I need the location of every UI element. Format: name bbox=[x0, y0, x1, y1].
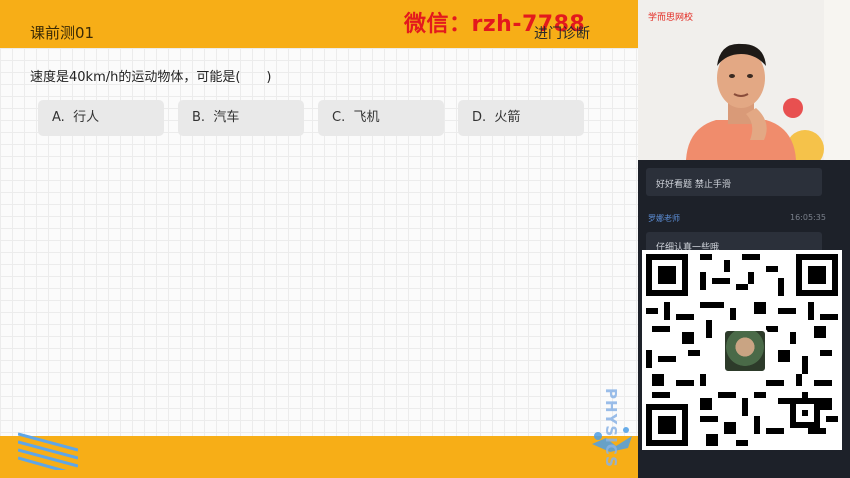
option-text: 火箭 bbox=[494, 110, 521, 125]
option-letter: D. bbox=[472, 110, 487, 125]
option-letter: C. bbox=[332, 110, 346, 125]
option-letter: A. bbox=[52, 110, 65, 125]
teacher-avatar-icon bbox=[686, 43, 796, 160]
option-d-button[interactable]: D. 火箭 bbox=[458, 100, 584, 136]
qr-code bbox=[642, 250, 842, 450]
option-b-button[interactable]: B. 汽车 bbox=[178, 100, 304, 136]
stripes-icon bbox=[18, 432, 78, 470]
slide-title: 课前测01 bbox=[30, 24, 95, 42]
app-window: 课前测01 微信：rzh-7788 进门诊断 速度是40km/h的运动物体，可能… bbox=[0, 0, 850, 478]
option-letter: B. bbox=[192, 110, 206, 125]
teacher-camera: 学而思网校 bbox=[638, 0, 850, 160]
physics-corner-text: PHYSICS bbox=[602, 388, 620, 468]
slide-area: 课前测01 微信：rzh-7788 进门诊断 速度是40km/h的运动物体，可能… bbox=[0, 0, 638, 478]
chat-message: 好好看题 禁止手滑 bbox=[646, 168, 822, 196]
side-panel: 学而思网校 好好看题 禁止手滑 罗娜老师 16:05:35 仔细认真一些哦 bbox=[638, 0, 850, 478]
option-c-button[interactable]: C. 飞机 bbox=[318, 100, 444, 136]
slide-footer-bar bbox=[0, 436, 638, 478]
option-text: 汽车 bbox=[213, 110, 240, 125]
qr-avatar-image bbox=[722, 328, 768, 374]
option-a-button[interactable]: A. 行人 bbox=[38, 100, 164, 136]
chat-timestamp: 16:05:35 bbox=[790, 213, 826, 222]
option-text: 飞机 bbox=[353, 110, 380, 125]
section-label: 进门诊断 bbox=[534, 26, 590, 42]
camera-background-bar bbox=[824, 0, 850, 160]
chat-sender-name: 罗娜老师 bbox=[648, 214, 680, 223]
brand-logo: 学而思网校 bbox=[648, 13, 694, 23]
question-text: 速度是40km/h的运动物体，可能是( ) bbox=[30, 70, 272, 85]
option-text: 行人 bbox=[73, 110, 100, 125]
